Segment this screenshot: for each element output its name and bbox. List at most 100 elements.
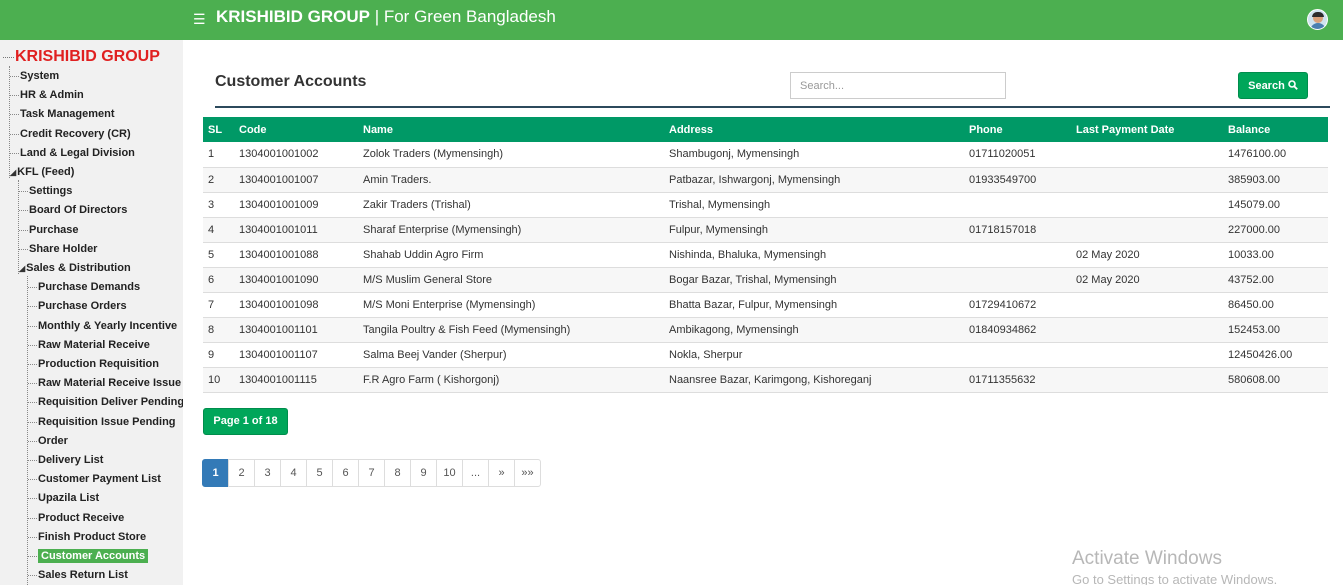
- sidebar-item-label: Settings: [29, 185, 73, 197]
- table-cell: F.R Agro Farm ( Kishorgonj): [358, 367, 664, 393]
- sidebar-item-product-receive[interactable]: Product Receive: [28, 510, 124, 526]
- tree-expand-icon[interactable]: ◢: [10, 168, 16, 177]
- table-cell: 1304001001011: [234, 217, 358, 243]
- table-cell: Fulpur, Mymensingh: [664, 217, 964, 243]
- table-row[interactable]: 8 1304001001101 Tangila Poultry & Fish Fee…: [203, 317, 1328, 343]
- table-cell: Trishal, Mymensingh: [664, 192, 964, 218]
- sidebar-item-customer-payment-list[interactable]: Customer Payment List: [28, 471, 161, 487]
- table-row[interactable]: 10 1304001001115 F.R Agro Farm ( Kishorgon…: [203, 367, 1328, 393]
- pagination-page-9[interactable]: 9: [410, 459, 437, 487]
- sidebar-item-board-of-directors[interactable]: Board Of Directors: [19, 202, 127, 218]
- table-cell: 5: [203, 242, 234, 268]
- table-cell: [1071, 367, 1223, 393]
- title-divider: [215, 106, 1330, 108]
- column-header: Address: [664, 117, 964, 142]
- table-cell: [1071, 292, 1223, 318]
- table-row[interactable]: 9 1304001001107 Salma Beej Vander (Sherpur…: [203, 342, 1328, 368]
- sidebar-tree: KRISHIBID GROUP System HR & Admin Task Man…: [0, 40, 183, 585]
- sidebar-item-purchase-orders[interactable]: Purchase Orders: [28, 298, 127, 314]
- pagination-page-1[interactable]: 1: [202, 459, 229, 487]
- tree-expand-icon[interactable]: ◢: [19, 264, 25, 273]
- pagination-page-2[interactable]: 2: [228, 459, 255, 487]
- sidebar-item-purchase[interactable]: Purchase: [19, 222, 79, 238]
- brand-title[interactable]: KRISHIBID GROUP | For Green Bangladesh: [216, 7, 556, 27]
- sidebar-item-share-holder[interactable]: Share Holder: [19, 241, 97, 257]
- table-cell: Nokla, Sherpur: [664, 342, 964, 368]
- sidebar-item-label: Customer Accounts: [38, 549, 149, 563]
- table-row[interactable]: 6 1304001001090 M/S Muslim General Store Bo…: [203, 267, 1328, 293]
- sidebar-item-credit-recovery-cr[interactable]: Credit Recovery (CR): [10, 126, 131, 142]
- column-header: Phone: [964, 117, 1071, 142]
- sidebar-item-label: Finish Product Store: [38, 531, 147, 543]
- table-cell: Ambikagong, Mymensingh: [664, 317, 964, 343]
- sidebar-item-land-legal-division[interactable]: Land & Legal Division: [10, 145, 135, 161]
- table-row[interactable]: 1 1304001001002 Zolok Traders (Mymensingh)…: [203, 142, 1328, 168]
- sidebar-item-settings[interactable]: Settings: [19, 183, 72, 199]
- sidebar-item-sales-distribution[interactable]: ◢Sales & Distribution: [19, 260, 131, 276]
- sidebar-item-label: Product Receive: [38, 512, 125, 524]
- table-row[interactable]: 5 1304001001088 Shahab Uddin Agro Firm Nish…: [203, 242, 1328, 268]
- sidebar-item-requisition-deliver-pending[interactable]: Requisition Deliver Pending: [28, 394, 183, 410]
- tree-root[interactable]: KRISHIBID GROUP: [15, 48, 160, 66]
- sidebar-item-monthly-yearly-incentive[interactable]: Monthly & Yearly Incentive: [28, 318, 177, 334]
- sidebar-item-upazila-list[interactable]: Upazila List: [28, 490, 99, 506]
- table-cell: 6: [203, 267, 234, 293]
- pagination-ellipsis[interactable]: ...: [462, 459, 489, 487]
- table-cell: [1071, 342, 1223, 368]
- search-input[interactable]: [790, 72, 1006, 99]
- pagination-page-8[interactable]: 8: [384, 459, 411, 487]
- table-cell: Amin Traders.: [358, 167, 664, 193]
- table-cell: 1304001001090: [234, 267, 358, 293]
- sidebar-item-delivery-list[interactable]: Delivery List: [28, 452, 103, 468]
- sidebar-item-label: Share Holder: [29, 243, 98, 255]
- pagination-page-10[interactable]: 10: [436, 459, 463, 487]
- sidebar-item-order[interactable]: Order: [28, 433, 68, 449]
- table-cell: Salma Beej Vander (Sherpur): [358, 342, 664, 368]
- table-row[interactable]: 2 1304001001007 Amin Traders. Patbazar, Ish…: [203, 167, 1328, 193]
- table-cell: 1304001001107: [234, 342, 358, 368]
- search-button[interactable]: Search: [1238, 72, 1308, 99]
- table-cell: 4: [203, 217, 234, 243]
- search-icon: [1288, 79, 1298, 90]
- pagination-page-4[interactable]: 4: [280, 459, 307, 487]
- sidebar-item-label: System: [20, 70, 60, 82]
- page-indicator[interactable]: Page 1 of 18: [203, 408, 288, 435]
- sidebar-item-finish-product-store[interactable]: Finish Product Store: [28, 529, 146, 545]
- sidebar-item-hr-admin[interactable]: HR & Admin: [10, 87, 84, 103]
- user-avatar-icon[interactable]: [1307, 9, 1328, 30]
- pagination-page-6[interactable]: 6: [332, 459, 359, 487]
- table-cell: [964, 242, 1071, 268]
- sidebar-item-task-management[interactable]: Task Management: [10, 106, 115, 122]
- sidebar-item-production-requisition[interactable]: Production Requisition: [28, 356, 159, 372]
- top-navbar: ☰ KRISHIBID GROUP | For Green Bangladesh: [0, 0, 1343, 40]
- page-title: Customer Accounts: [215, 73, 367, 90]
- table-row[interactable]: 4 1304001001011 Sharaf Enterprise (Mymensi…: [203, 217, 1328, 243]
- pagination-last[interactable]: »»: [514, 459, 541, 487]
- hamburger-icon[interactable]: ☰: [193, 11, 206, 28]
- pagination-page-5[interactable]: 5: [306, 459, 333, 487]
- table-cell: 01718157018: [964, 217, 1071, 243]
- sidebar-item-system[interactable]: System: [10, 68, 59, 84]
- table-cell: 10: [203, 367, 234, 393]
- column-header: Name: [358, 117, 664, 142]
- sidebar-item-requisition-issue-pending[interactable]: Requisition Issue Pending: [28, 414, 176, 430]
- sidebar-item-sales-return-list[interactable]: Sales Return List: [28, 567, 128, 583]
- table-cell: Shahab Uddin Agro Firm: [358, 242, 664, 268]
- pagination-next[interactable]: »: [488, 459, 515, 487]
- sidebar-item-raw-material-receive-issue[interactable]: Raw Material Receive Issue: [28, 375, 181, 391]
- table-cell: 580608.00: [1223, 367, 1328, 393]
- sidebar-item-raw-material-receive[interactable]: Raw Material Receive: [28, 337, 150, 353]
- pagination-page-3[interactable]: 3: [254, 459, 281, 487]
- table-row[interactable]: 7 1304001001098 M/S Moni Enterprise (Mymen…: [203, 292, 1328, 318]
- sidebar-item-kfl-feed[interactable]: ◢KFL (Feed): [10, 164, 74, 180]
- table-cell: 01711020051: [964, 142, 1071, 168]
- table-row[interactable]: 3 1304001001009 Zakir Traders (Trishal) Tri…: [203, 192, 1328, 218]
- table-cell: [964, 342, 1071, 368]
- sidebar-item-purchase-demands[interactable]: Purchase Demands: [28, 279, 140, 295]
- table-cell: 02 May 2020: [1071, 242, 1223, 268]
- table-cell: [1071, 142, 1223, 168]
- watermark-title: Activate Windows: [1072, 548, 1222, 569]
- sidebar-item-customer-accounts[interactable]: Customer Accounts: [28, 548, 149, 564]
- pagination-page-7[interactable]: 7: [358, 459, 385, 487]
- table-cell: Shambugonj, Mymensingh: [664, 142, 964, 168]
